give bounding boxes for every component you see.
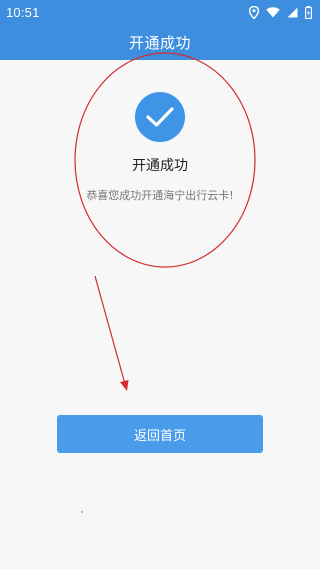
- back-to-home-button[interactable]: 返回首页: [57, 415, 263, 453]
- location-icon: [249, 5, 259, 19]
- battery-icon: [305, 5, 312, 19]
- page-title: 开通成功: [128, 33, 191, 52]
- title-bar: 开通成功: [0, 24, 320, 60]
- check-circle-icon: [135, 92, 185, 142]
- success-message: 恭喜您成功开通海宁出行云卡!: [86, 189, 234, 202]
- status-icons: [249, 5, 312, 19]
- checkmark-icon: [146, 107, 174, 127]
- success-title: 开通成功: [132, 158, 188, 174]
- signal-icon: [287, 7, 298, 17]
- wifi-icon: [266, 6, 280, 17]
- status-time: 10:51: [6, 4, 40, 20]
- status-bar: 10:51: [0, 0, 320, 24]
